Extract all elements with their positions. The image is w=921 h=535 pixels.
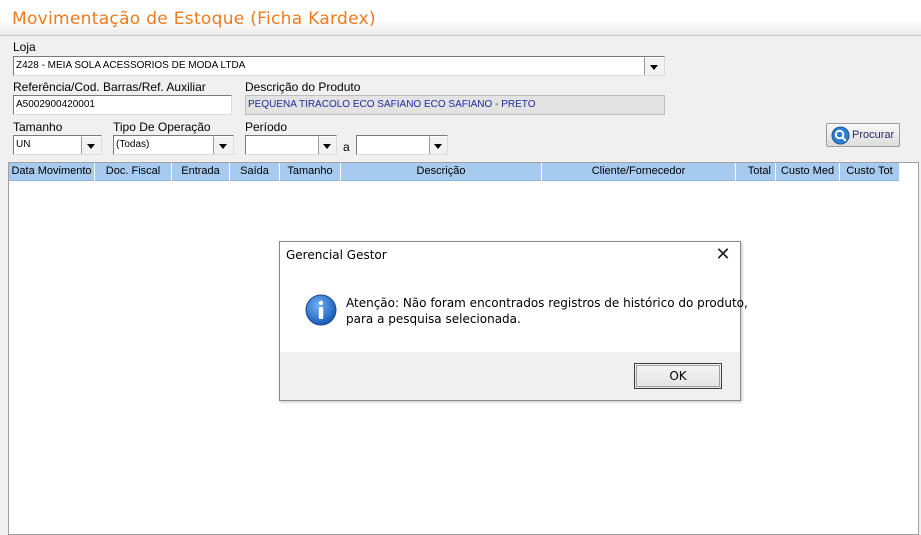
col-descricao[interactable]: Descrição bbox=[341, 163, 542, 181]
message-dialog: Gerencial Gestor ✕ Atenção: Não foram en… bbox=[279, 241, 748, 401]
col-entrada[interactable]: Entrada bbox=[172, 163, 230, 181]
periodo-to-select[interactable] bbox=[356, 135, 448, 155]
tipo-operacao-label: Tipo De Operação bbox=[113, 120, 211, 134]
col-cliente-fornecedor[interactable]: Cliente/Fornecedor bbox=[542, 163, 736, 181]
chevron-down-icon bbox=[219, 144, 227, 149]
referencia-label: Referência/Cod. Barras/Ref. Auxiliar bbox=[13, 80, 206, 94]
info-icon bbox=[305, 294, 337, 326]
periodo-label: Período bbox=[245, 120, 288, 134]
dialog-message-line2: para a pesquisa selecionada. bbox=[346, 312, 521, 326]
chevron-down-icon bbox=[87, 144, 95, 149]
ok-button[interactable]: OK bbox=[634, 363, 722, 389]
page-title: Movimentação de Estoque (Ficha Kardex) bbox=[12, 9, 376, 29]
tamanho-dropdown-button[interactable] bbox=[81, 136, 101, 154]
search-button-label: Procurar bbox=[852, 129, 895, 141]
chevron-down-icon bbox=[434, 144, 442, 149]
tamanho-select[interactable]: UN bbox=[13, 135, 102, 155]
col-total[interactable]: Total bbox=[736, 163, 776, 181]
title-bar: Movimentação de Estoque (Ficha Kardex) bbox=[0, 0, 921, 36]
search-icon bbox=[831, 126, 850, 145]
dialog-body: Gerencial Gestor ✕ Atenção: Não foram en… bbox=[280, 242, 748, 352]
descricao-produto-label: Descrição do Produto bbox=[245, 80, 361, 94]
periodo-from-select[interactable] bbox=[245, 135, 337, 155]
col-saida[interactable]: Saída bbox=[230, 163, 280, 181]
col-tamanho[interactable]: Tamanho bbox=[280, 163, 341, 181]
chevron-down-icon bbox=[323, 144, 331, 149]
tipo-operacao-dropdown-button[interactable] bbox=[213, 136, 233, 154]
periodo-from-dropdown-button[interactable] bbox=[318, 136, 336, 154]
close-icon[interactable]: ✕ bbox=[710, 244, 736, 266]
grid-header: Data Movimento Doc. Fiscal Entrada Saída… bbox=[9, 163, 899, 181]
col-doc-fiscal[interactable]: Doc. Fiscal bbox=[95, 163, 172, 181]
periodo-to-dropdown-button[interactable] bbox=[429, 136, 447, 154]
loja-dropdown-button[interactable] bbox=[644, 57, 664, 75]
tipo-operacao-select[interactable]: (Todas) bbox=[113, 135, 234, 155]
tipo-operacao-value: (Todas) bbox=[116, 139, 150, 150]
dialog-title: Gerencial Gestor bbox=[286, 248, 387, 262]
col-custo-tot[interactable]: Custo Tot bbox=[840, 163, 899, 181]
tamanho-label: Tamanho bbox=[13, 120, 63, 134]
loja-value: Z428 - MEIA SOLA ACESSORIOS DE MODA LTDA bbox=[16, 60, 246, 71]
tamanho-value: UN bbox=[16, 139, 31, 150]
periodo-separator: a bbox=[343, 140, 350, 154]
descricao-produto-field: PEQUENA TIRACOLO ECO SAFIANO ECO SAFIANO… bbox=[245, 95, 665, 115]
loja-select[interactable]: Z428 - MEIA SOLA ACESSORIOS DE MODA LTDA bbox=[13, 56, 665, 76]
col-data-movimento[interactable]: Data Movimento bbox=[9, 163, 95, 181]
col-custo-med[interactable]: Custo Med bbox=[776, 163, 840, 181]
chevron-down-icon bbox=[650, 65, 658, 70]
loja-label: Loja bbox=[13, 40, 36, 54]
referencia-input[interactable]: A5002900420001 bbox=[13, 95, 232, 115]
dialog-message-line1: Atenção: Não foram encontrados registros… bbox=[346, 296, 748, 310]
search-button[interactable]: Procurar bbox=[826, 123, 900, 147]
